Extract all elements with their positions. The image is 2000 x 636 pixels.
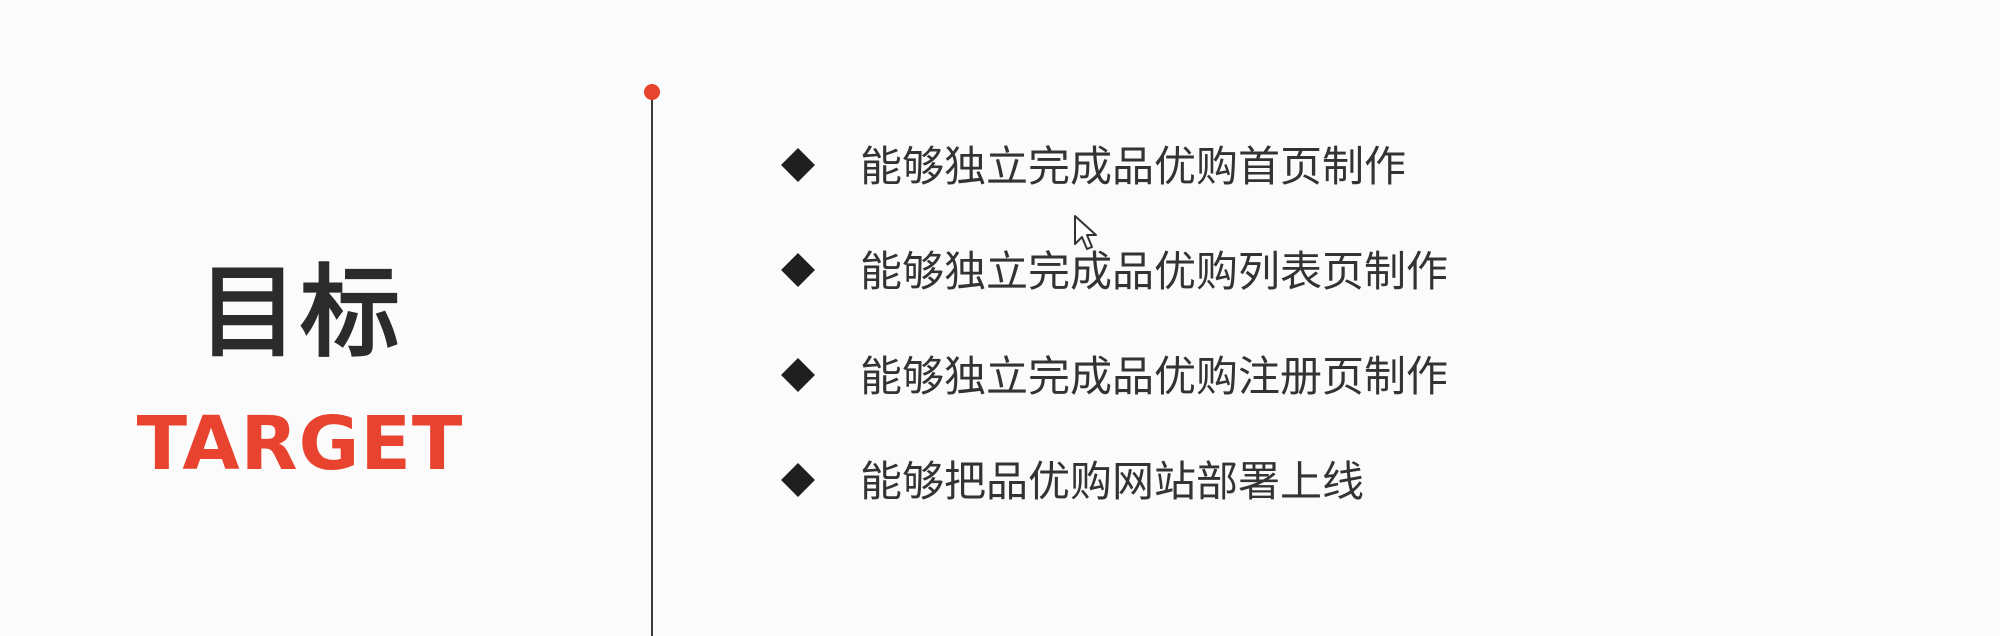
timeline-dot-icon bbox=[644, 84, 660, 100]
goal-text: 能够独立完成品优购首页制作 bbox=[860, 142, 1407, 191]
diamond-bullet-icon bbox=[781, 463, 815, 497]
mouse-pointer-icon bbox=[1074, 215, 1097, 250]
timeline-line bbox=[651, 92, 653, 636]
title-block: 目标 TARGET bbox=[0, 0, 600, 636]
diamond-bullet-icon bbox=[781, 358, 815, 392]
goal-text: 能够把品优购网站部署上线 bbox=[860, 457, 1365, 506]
title-english: TARGET bbox=[136, 401, 464, 487]
diamond-bullet-icon bbox=[781, 253, 815, 287]
goal-text: 能够独立完成品优购注册页制作 bbox=[860, 352, 1449, 401]
diamond-bullet-icon bbox=[781, 148, 815, 182]
goal-text: 能够独立完成品优购列表页制作 bbox=[860, 247, 1449, 296]
title-chinese: 目标 bbox=[198, 254, 402, 371]
goal-item: 能够独立完成品优购注册页制作 bbox=[780, 338, 1448, 443]
goal-item: 能够独立完成品优购首页制作 bbox=[780, 128, 1448, 233]
goal-item: 能够独立完成品优购列表页制作 bbox=[780, 233, 1448, 338]
goal-list: 能够独立完成品优购首页制作 能够独立完成品优购列表页制作 能够独立完成品优购注册… bbox=[780, 128, 1448, 548]
slide: 目标 TARGET 能够独立完成品优购首页制作 能够独立完成品优购列表页制作 能… bbox=[0, 0, 2000, 636]
goal-item: 能够把品优购网站部署上线 bbox=[780, 443, 1448, 548]
